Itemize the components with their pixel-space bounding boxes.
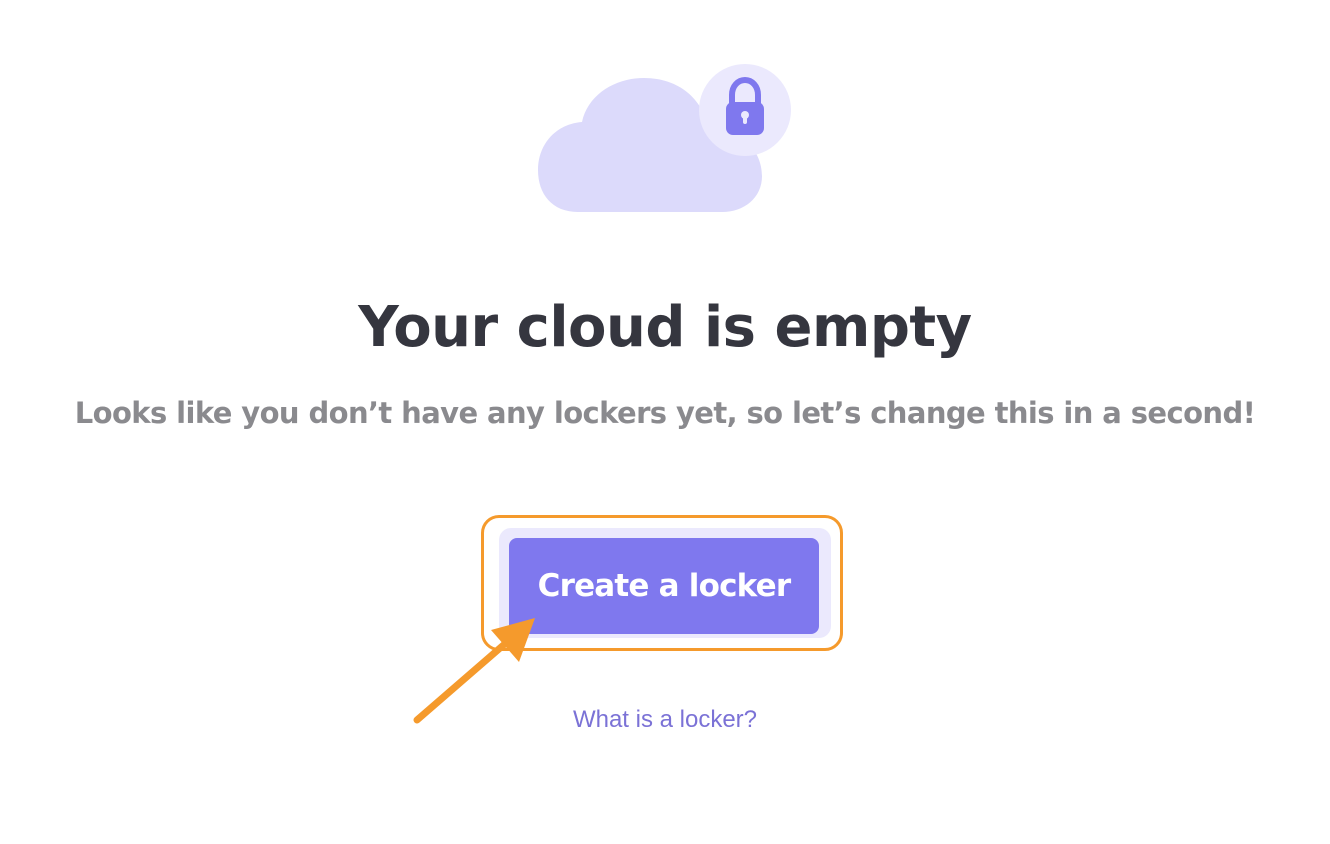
what-is-a-locker-link[interactable]: What is a locker? [573,706,757,733]
page-subtitle: Looks like you don’t have any lockers ye… [74,396,1256,430]
create-locker-button[interactable]: Create a locker [509,538,819,634]
help-link-container: What is a locker? [0,704,1330,736]
cloud-lock-icon [538,64,791,212]
page-title: Your cloud is empty [358,295,972,360]
